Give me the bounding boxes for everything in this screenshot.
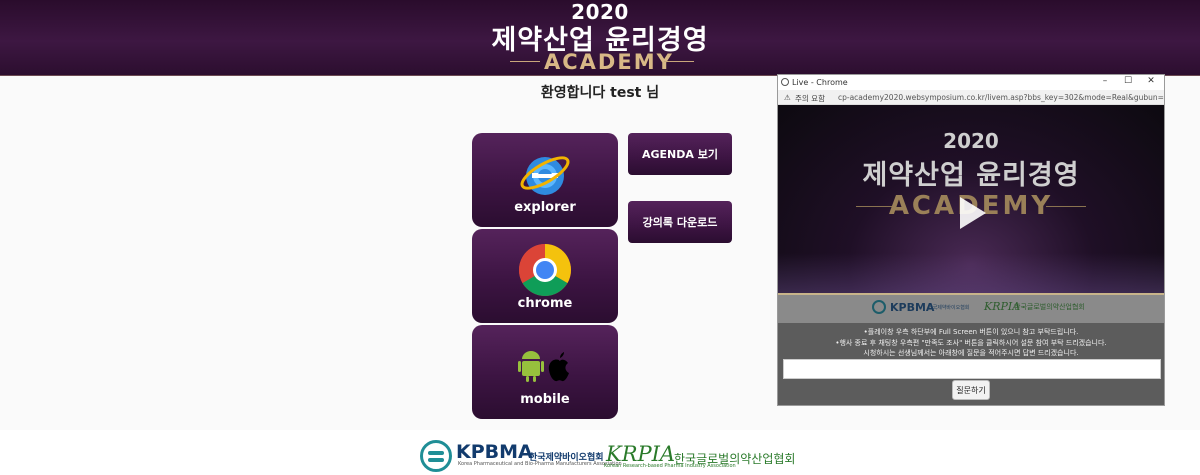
warning-icon: ⚠ (784, 93, 791, 102)
footer-kpbma-sub: Korea Pharmaceutical and Bio-Pharma Manu… (458, 461, 622, 467)
mobile-label: mobile (520, 392, 570, 407)
kpbma-logo-icon (420, 440, 452, 472)
mobile-tile[interactable]: mobile (472, 325, 618, 419)
live-popup-window: Live - Chrome – ☐ ✕ ⚠ 주의 요함 cp-academy20… (777, 74, 1165, 406)
video-year: 2020 (943, 129, 999, 153)
footer: KPBMA 한국제약바이오협회 Korea Pharmaceutical and… (0, 430, 1200, 475)
header-banner: 2020 제약산업 윤리경영 ACADEMY (0, 0, 1200, 76)
video-sparkle (778, 253, 1164, 293)
notice-text: •플레이창 우측 하단부에 Full Screen 버튼이 있으니 참고 부탁드… (778, 327, 1164, 359)
video-rule-right (1046, 206, 1086, 207)
security-status: 주의 요함 (795, 94, 825, 103)
chrome-favicon-icon (781, 78, 789, 86)
chrome-tile[interactable]: chrome (472, 229, 618, 323)
popup-krpia-kr: 한국글로벌의약산업협회 (1014, 303, 1085, 311)
banner-academy: ACADEMY (544, 50, 674, 74)
close-icon[interactable]: ✕ (1142, 76, 1160, 86)
footer-krpia-kr: 한국글로벌의약산업협회 (674, 452, 796, 466)
play-icon[interactable] (960, 197, 986, 229)
banner-rule-right (664, 61, 694, 62)
notice-line-3: 시청하시는 선생님께서는 아래창에 질문을 적어주시면 답변 드리겠습니다. (863, 349, 1079, 357)
maximize-icon[interactable]: ☐ (1119, 76, 1137, 86)
chrome-icon (519, 244, 571, 296)
minimize-icon[interactable]: – (1096, 76, 1114, 86)
agenda-button[interactable]: AGENDA 보기 (628, 133, 732, 175)
popup-kpbma-kr: 한국제약바이오협회 (928, 305, 970, 311)
popup-address-bar[interactable]: ⚠ 주의 요함 cp-academy2020.websymposium.co.k… (778, 90, 1164, 105)
sponsor-logo-bar: KPBMA 한국제약바이오협회 KRPIA 한국글로벌의약산업협회 (778, 293, 1164, 323)
footer-kpbma: KPBMA (456, 441, 533, 463)
explorer-label: explorer (514, 200, 576, 215)
chrome-label: chrome (517, 296, 573, 311)
popup-titlebar: Live - Chrome – ☐ ✕ (778, 75, 1164, 90)
kpbma-logo-icon (872, 300, 886, 314)
banner-rule-left (510, 61, 540, 62)
popup-title: Live - Chrome (792, 78, 848, 87)
question-input[interactable] (783, 359, 1161, 379)
internet-explorer-icon (520, 156, 570, 195)
popup-url[interactable]: cp-academy2020.websymposium.co.kr/livem.… (838, 93, 1164, 102)
lecture-download-button[interactable]: 강의록 다운로드 (628, 201, 732, 243)
video-title: 제약산업 윤리경영 (862, 160, 1080, 191)
ask-question-button[interactable]: 질문하기 (952, 380, 990, 400)
notice-line-1: •플레이창 우측 하단부에 Full Screen 버튼이 있으니 참고 부탁드… (863, 328, 1079, 336)
notice-line-2: •행사 종료 후 채팅창 우측편 "만족도 조사" 버튼을 클릭하시어 설문 참… (835, 338, 1107, 347)
explorer-tile[interactable]: explorer (472, 133, 618, 227)
banner-academy-row: ACADEMY (510, 50, 694, 74)
android-apple-icon (518, 351, 569, 382)
video-player[interactable]: 2020 제약산업 윤리경영 ACADEMY (778, 105, 1164, 293)
